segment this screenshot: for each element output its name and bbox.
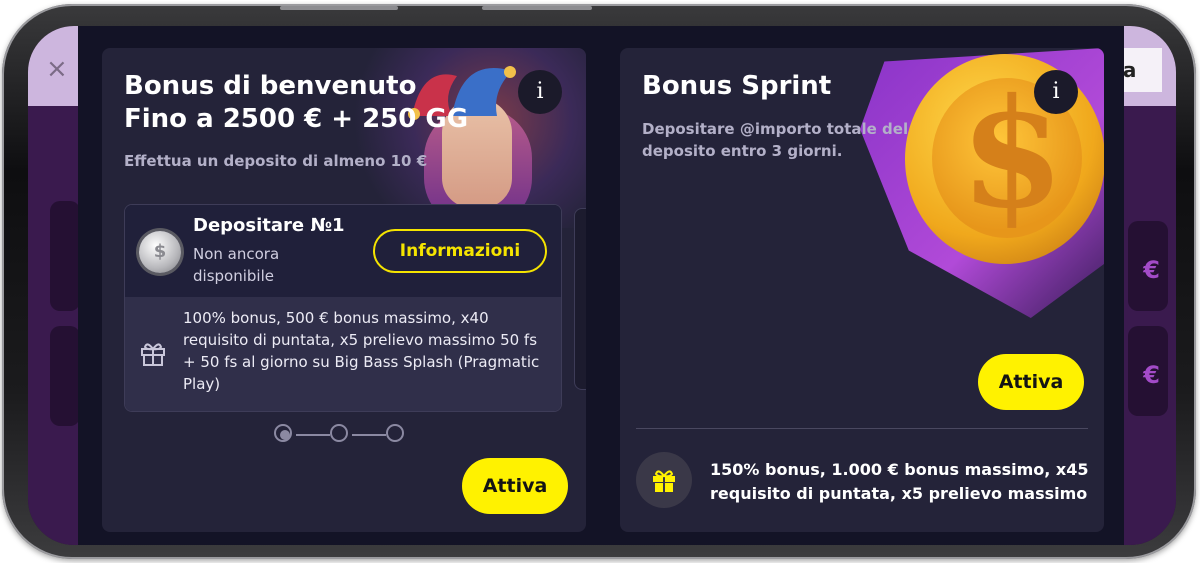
informazioni-button[interactable]: Informazioni [373, 229, 547, 273]
screen: × la € € Bonus di benvenuto Fino a 2500 … [28, 26, 1176, 545]
activate-sprint-button[interactable]: Attiva [978, 354, 1084, 410]
step-dot-1[interactable] [274, 424, 292, 442]
gift-badge [636, 452, 692, 508]
gift-icon [653, 470, 675, 492]
welcome-bonus-card: Bonus di benvenuto Fino a 2500 € + 250 G… [102, 48, 586, 532]
background-game-tile [50, 201, 80, 311]
background-euro-text: € [1143, 361, 1160, 389]
close-icon[interactable]: × [46, 54, 68, 84]
deposit-status: Non ancora disponibile [193, 245, 280, 285]
sprint-bonus-card: $ Bonus Sprint Depositare @importo total… [620, 48, 1104, 532]
phone-frame: × la € € Bonus di benvenuto Fino a 2500 … [2, 4, 1196, 559]
deposit-details: 100% bonus, 500 € bonus massimo, x40 req… [125, 297, 561, 411]
next-deposit-card-peek[interactable] [574, 208, 586, 390]
background-euro-text: € [1143, 256, 1160, 284]
divider [636, 428, 1088, 429]
info-icon[interactable]: i [518, 70, 562, 114]
deposit-title: Depositare №1 [193, 215, 345, 236]
phone-side-button [280, 6, 398, 10]
welcome-title-line2: Fino a 2500 € + 250 GG [124, 104, 469, 134]
welcome-title: Bonus di benvenuto Fino a 2500 € + 250 G… [124, 70, 468, 136]
step-dot-2[interactable] [330, 424, 348, 442]
sprint-subtitle: Depositare @importo totale del deposito … [642, 120, 909, 160]
step-connector [296, 434, 330, 436]
step-connector [352, 434, 386, 436]
step-dot-3[interactable] [386, 424, 404, 442]
info-icon[interactable]: i [1034, 70, 1078, 114]
silver-coin-icon: $ [139, 231, 181, 273]
deposit-step-card: $ Depositare №1 Non ancora disponibile I… [124, 204, 562, 412]
welcome-subtitle: Effettua un deposito di almeno 10 € [124, 152, 428, 170]
deposit-header: $ Depositare №1 Non ancora disponibile I… [125, 205, 561, 297]
gift-icon [141, 343, 165, 366]
deposit-description: 100% bonus, 500 € bonus massimo, x40 req… [183, 309, 540, 393]
activate-welcome-button[interactable]: Attiva [462, 458, 568, 514]
sprint-description: 150% bonus, 1.000 € bonus massimo, x45 r… [710, 460, 1089, 503]
background-game-tile [50, 326, 80, 426]
deposit-stepper [274, 424, 414, 446]
welcome-title-line1: Bonus di benvenuto [124, 71, 417, 101]
bonus-modal: Bonus di benvenuto Fino a 2500 € + 250 G… [78, 26, 1124, 545]
phone-side-button [482, 6, 592, 10]
sprint-title: Bonus Sprint [642, 71, 832, 101]
